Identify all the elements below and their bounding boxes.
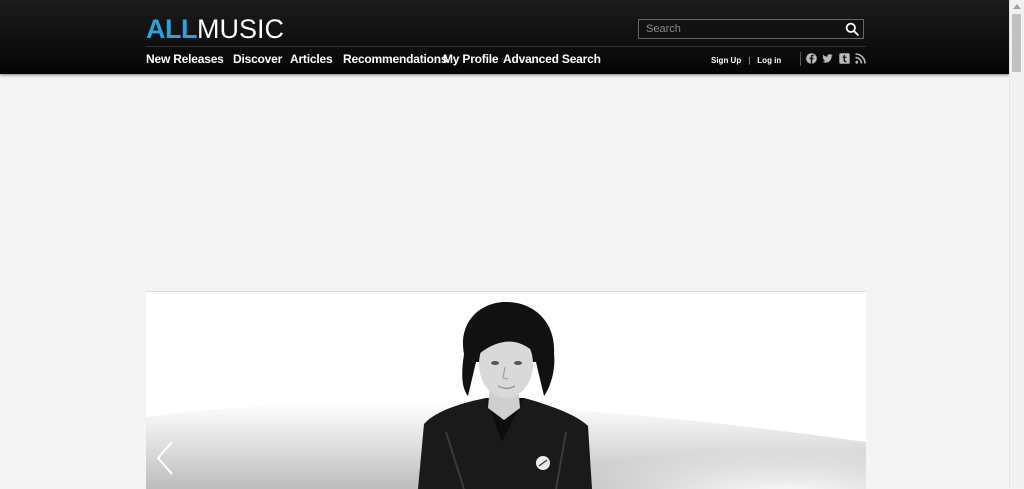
nav-recommendations[interactable]: Recommendations [343, 52, 448, 66]
logo-all: ALL [146, 14, 197, 44]
header-inner: ALLMUSIC New Releases Discover Articles … [146, 0, 866, 74]
nav-advanced-search[interactable]: Advanced Search [503, 52, 601, 66]
signup-link[interactable]: Sign Up [711, 56, 741, 65]
scrollbar[interactable] [1009, 0, 1024, 488]
nav-my-profile[interactable]: My Profile [443, 52, 499, 66]
search-box [638, 19, 864, 39]
logo-music: MUSIC [196, 14, 284, 44]
auth-links: Sign Up | Log in [711, 56, 781, 65]
tumblr-icon[interactable] [839, 53, 850, 64]
auth-separator: | [748, 56, 751, 65]
login-link[interactable]: Log in [757, 56, 781, 65]
search-input[interactable] [639, 20, 853, 38]
search-icon[interactable] [845, 22, 859, 36]
scroll-up-icon[interactable] [1010, 0, 1024, 14]
scroll-thumb[interactable] [1012, 14, 1021, 72]
twitter-icon[interactable] [822, 53, 833, 64]
chevron-left-icon[interactable] [154, 440, 176, 476]
nav-articles[interactable]: Articles [290, 52, 333, 66]
nav-discover[interactable]: Discover [233, 52, 282, 66]
site-header: ALLMUSIC New Releases Discover Articles … [0, 0, 1010, 74]
rss-icon[interactable] [855, 53, 866, 64]
nav-new-releases[interactable]: New Releases [146, 52, 224, 66]
social-divider [800, 52, 801, 66]
facebook-icon[interactable] [806, 53, 817, 64]
artist-photo[interactable] [146, 292, 866, 489]
ad-placeholder [146, 74, 866, 290]
hero-carousel [146, 291, 866, 489]
allmusic-logo[interactable]: ALLMUSIC [146, 14, 284, 44]
header-divider [146, 46, 866, 47]
